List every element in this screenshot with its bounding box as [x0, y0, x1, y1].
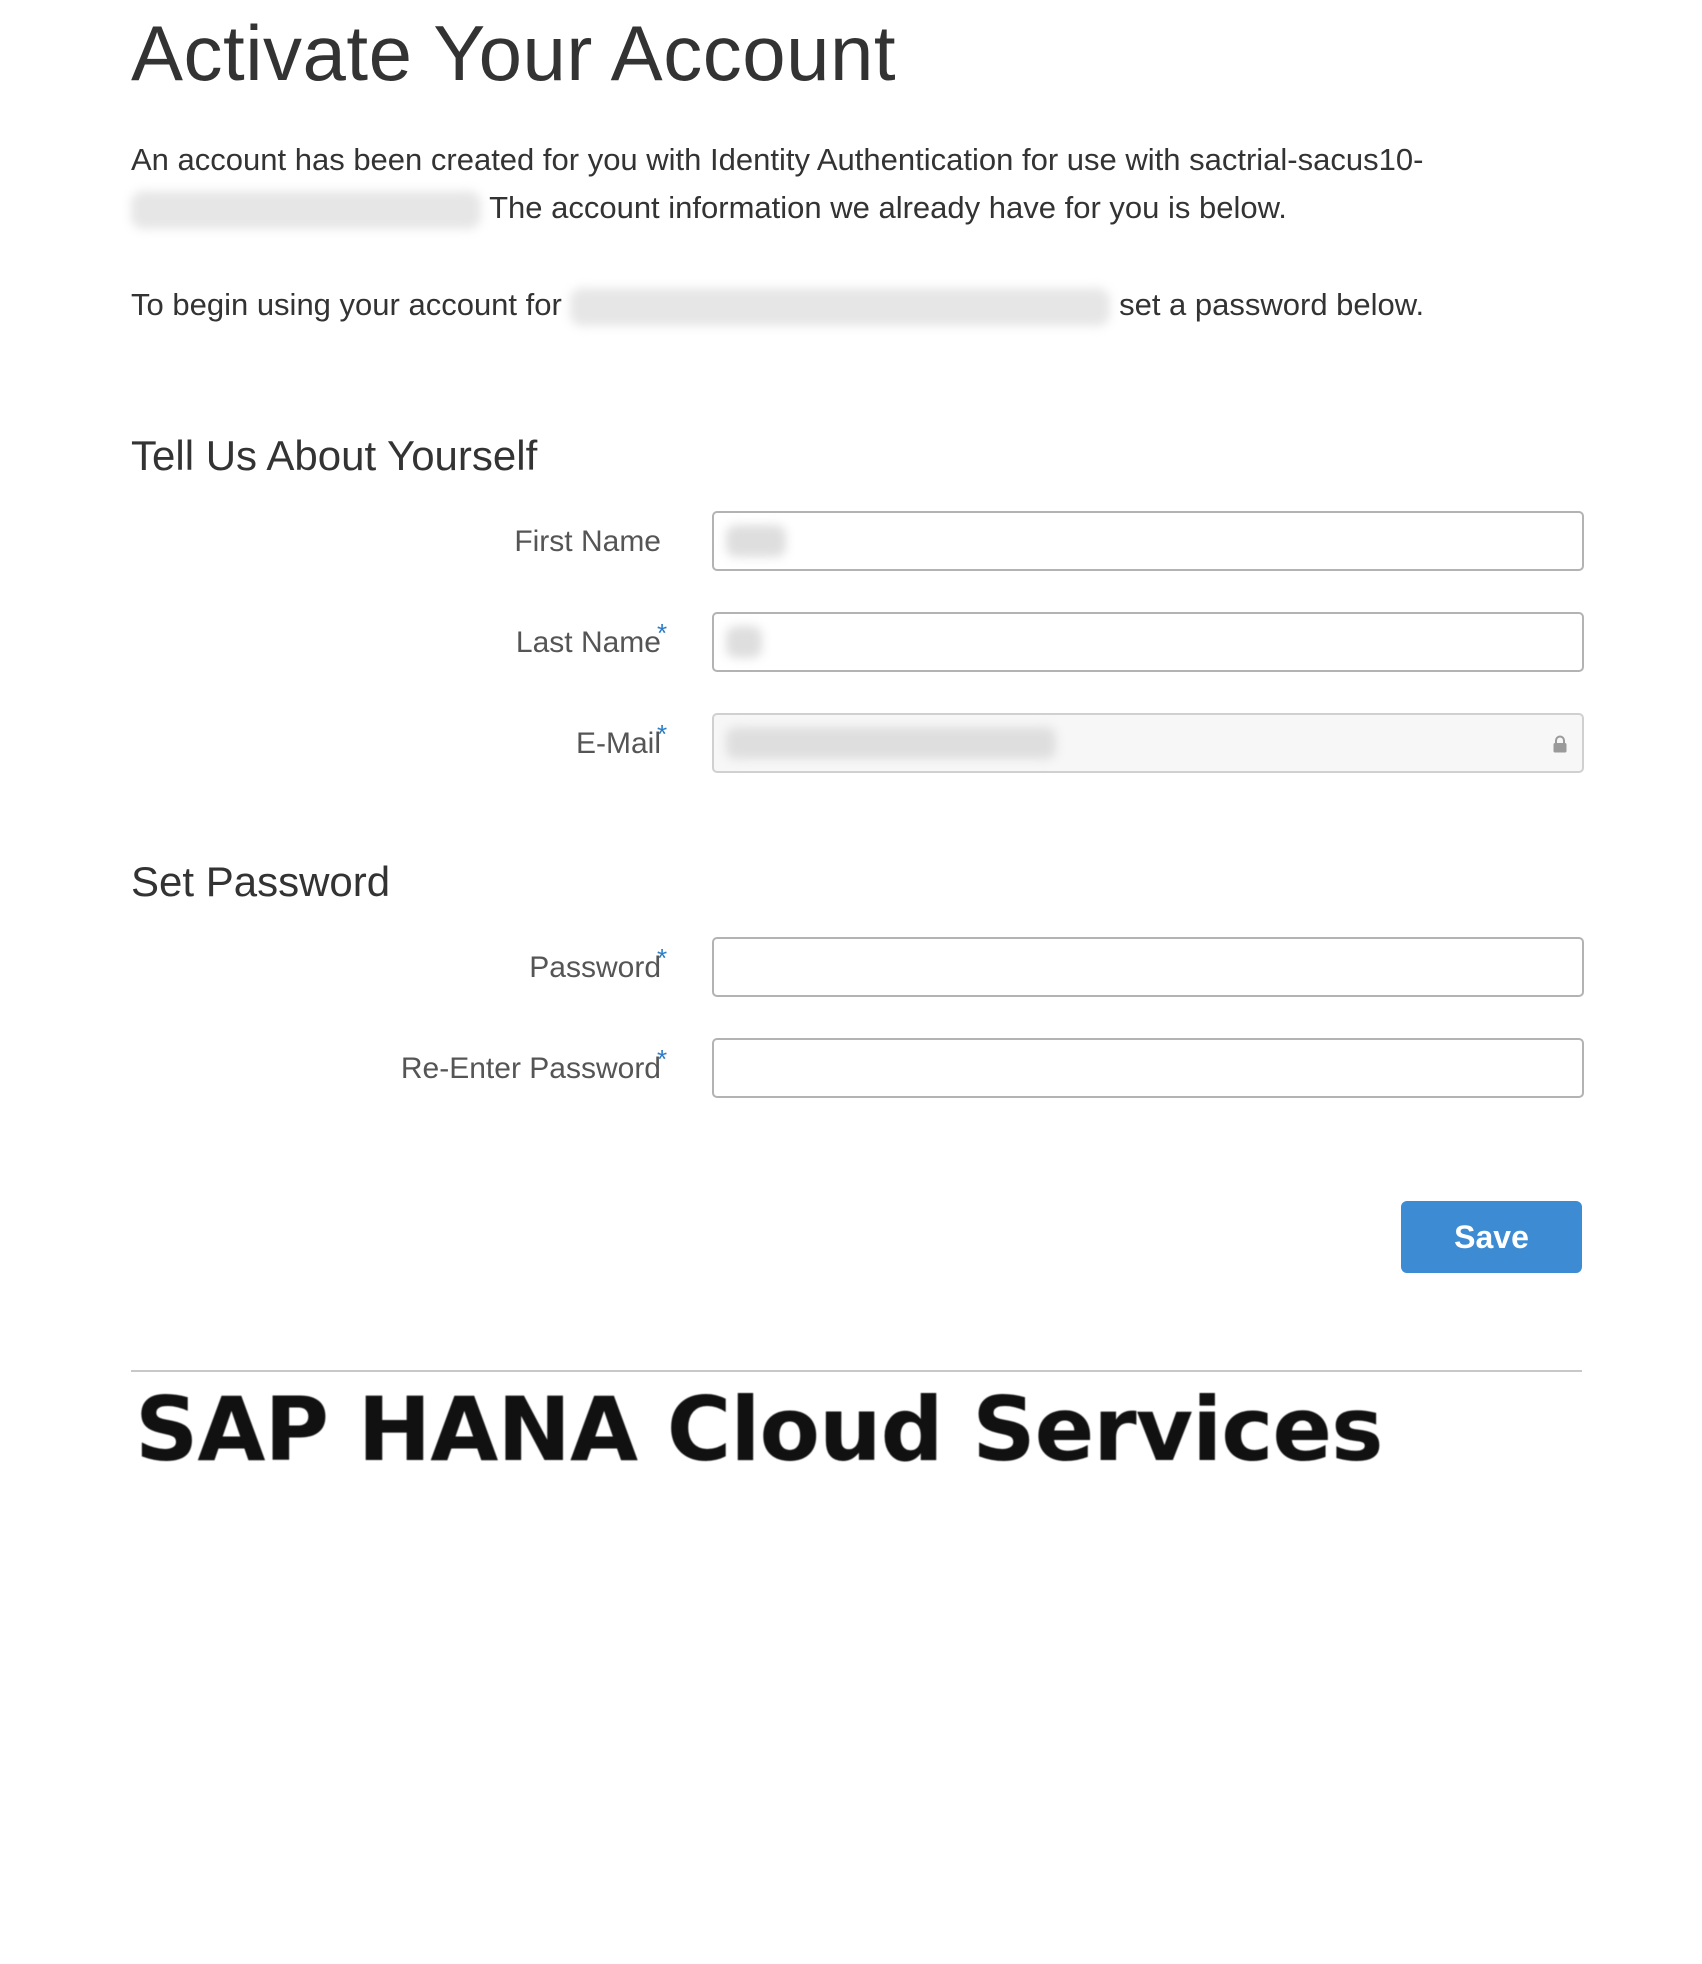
email-value-redacted	[726, 727, 1056, 759]
password-row: Password *	[131, 937, 1586, 997]
intro-text-line1-prefix: An account has been created for you with…	[131, 142, 1424, 177]
redacted-tenant-name	[131, 190, 481, 229]
last-name-label: Last Name	[515, 626, 661, 659]
last-name-row: Last Name *	[131, 612, 1586, 672]
required-marker: *	[657, 618, 668, 648]
email-label: E-Mail	[575, 727, 661, 760]
required-marker: *	[657, 1044, 668, 1074]
password-field[interactable]	[712, 937, 1584, 997]
page-title: Activate Your Account	[131, 9, 897, 97]
intro-text-line1-suffix: The account information we already have …	[489, 190, 1287, 225]
save-button[interactable]: Save	[1401, 1201, 1582, 1273]
first-name-value-redacted	[726, 525, 786, 557]
sap-hana-cloud-services-logo: SAP HANA Cloud Services	[135, 1378, 1383, 1481]
lock-icon	[1553, 735, 1567, 753]
footer-divider	[131, 1370, 1582, 1372]
password-section-title: Set Password	[131, 858, 391, 905]
intro-paragraph: An account has been created for you with…	[131, 136, 1586, 232]
first-name-label: First Name	[514, 525, 661, 558]
password-label: Password	[529, 951, 661, 984]
email-row: E-Mail *	[131, 713, 1586, 773]
required-marker: *	[657, 943, 668, 973]
required-marker: *	[657, 719, 668, 749]
instruction-text-suffix: set a password below.	[1119, 287, 1425, 322]
reenter-password-row: Re-Enter Password *	[131, 1038, 1586, 1098]
instruction-text-prefix: To begin using your account for	[131, 287, 562, 322]
reenter-password-label: Re-Enter Password	[400, 1052, 661, 1085]
email-field	[712, 713, 1584, 773]
first-name-row: First Name	[131, 511, 1586, 571]
redacted-account-url	[570, 287, 1111, 326]
last-name-value-redacted	[726, 626, 762, 658]
instruction-paragraph: To begin using your account for set a pa…	[131, 281, 1586, 329]
reenter-password-field[interactable]	[712, 1038, 1584, 1098]
last-name-field[interactable]	[712, 612, 1584, 672]
first-name-field[interactable]	[712, 511, 1584, 571]
about-section-title: Tell Us About Yourself	[131, 432, 538, 479]
